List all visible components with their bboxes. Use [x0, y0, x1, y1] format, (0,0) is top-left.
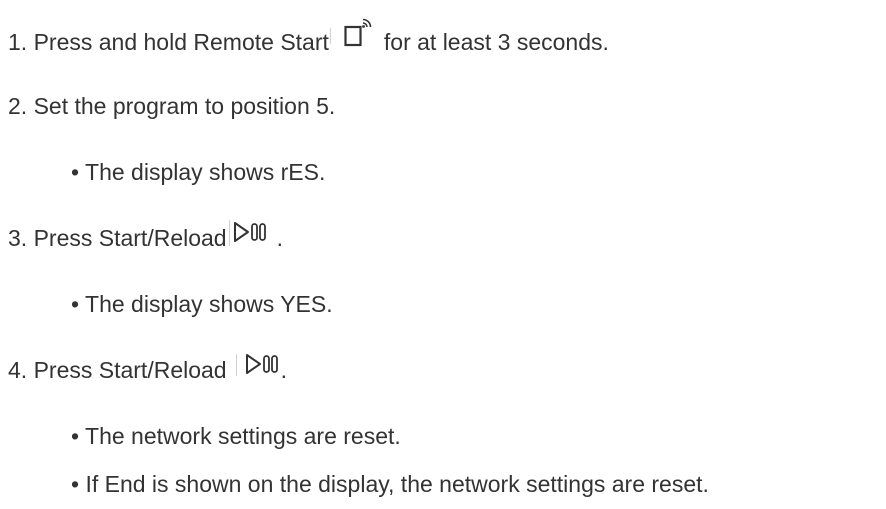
bullet-text: • The display shows rES. — [71, 159, 326, 185]
divider-tick — [235, 354, 237, 376]
step-2-text: 2. Set the program to position 5. — [8, 93, 336, 119]
divider-tick — [228, 220, 230, 246]
step-3-text: 3. Press Start/Reload — [8, 225, 227, 251]
divider-tick — [329, 28, 331, 44]
step-1: 1. Press and hold Remote Start for at le… — [8, 18, 609, 56]
step-1-text: 1. Press and hold Remote Start — [8, 29, 329, 55]
step-4: 4. Press Start/Reload . — [8, 353, 287, 384]
step-2: 2. Set the program to position 5. — [8, 92, 335, 120]
start-reload-icon — [245, 353, 281, 375]
bullet-text: • The network settings are reset. — [71, 423, 401, 449]
start-reload-icon — [233, 221, 269, 243]
bullet-display-yes: • The display shows YES. — [71, 290, 333, 318]
step-1-suffix: for at least 3 seconds. — [383, 29, 609, 55]
bullet-display-res: • The display shows rES. — [71, 158, 325, 186]
step-4-text: 4. Press Start/Reload — [8, 357, 227, 383]
step-3: 3. Press Start/Reload . — [8, 220, 283, 252]
bullet-text: • The display shows YES. — [71, 291, 333, 317]
bullet-end-shown: • If End is shown on the display, the ne… — [71, 470, 709, 498]
step-4-suffix: . — [280, 357, 287, 383]
step-3-suffix: . — [276, 225, 283, 251]
bullet-network-reset: • The network settings are reset. — [71, 422, 401, 450]
bullet-text: • If End is shown on the display, the ne… — [71, 471, 709, 497]
remote-start-icon — [344, 18, 374, 48]
